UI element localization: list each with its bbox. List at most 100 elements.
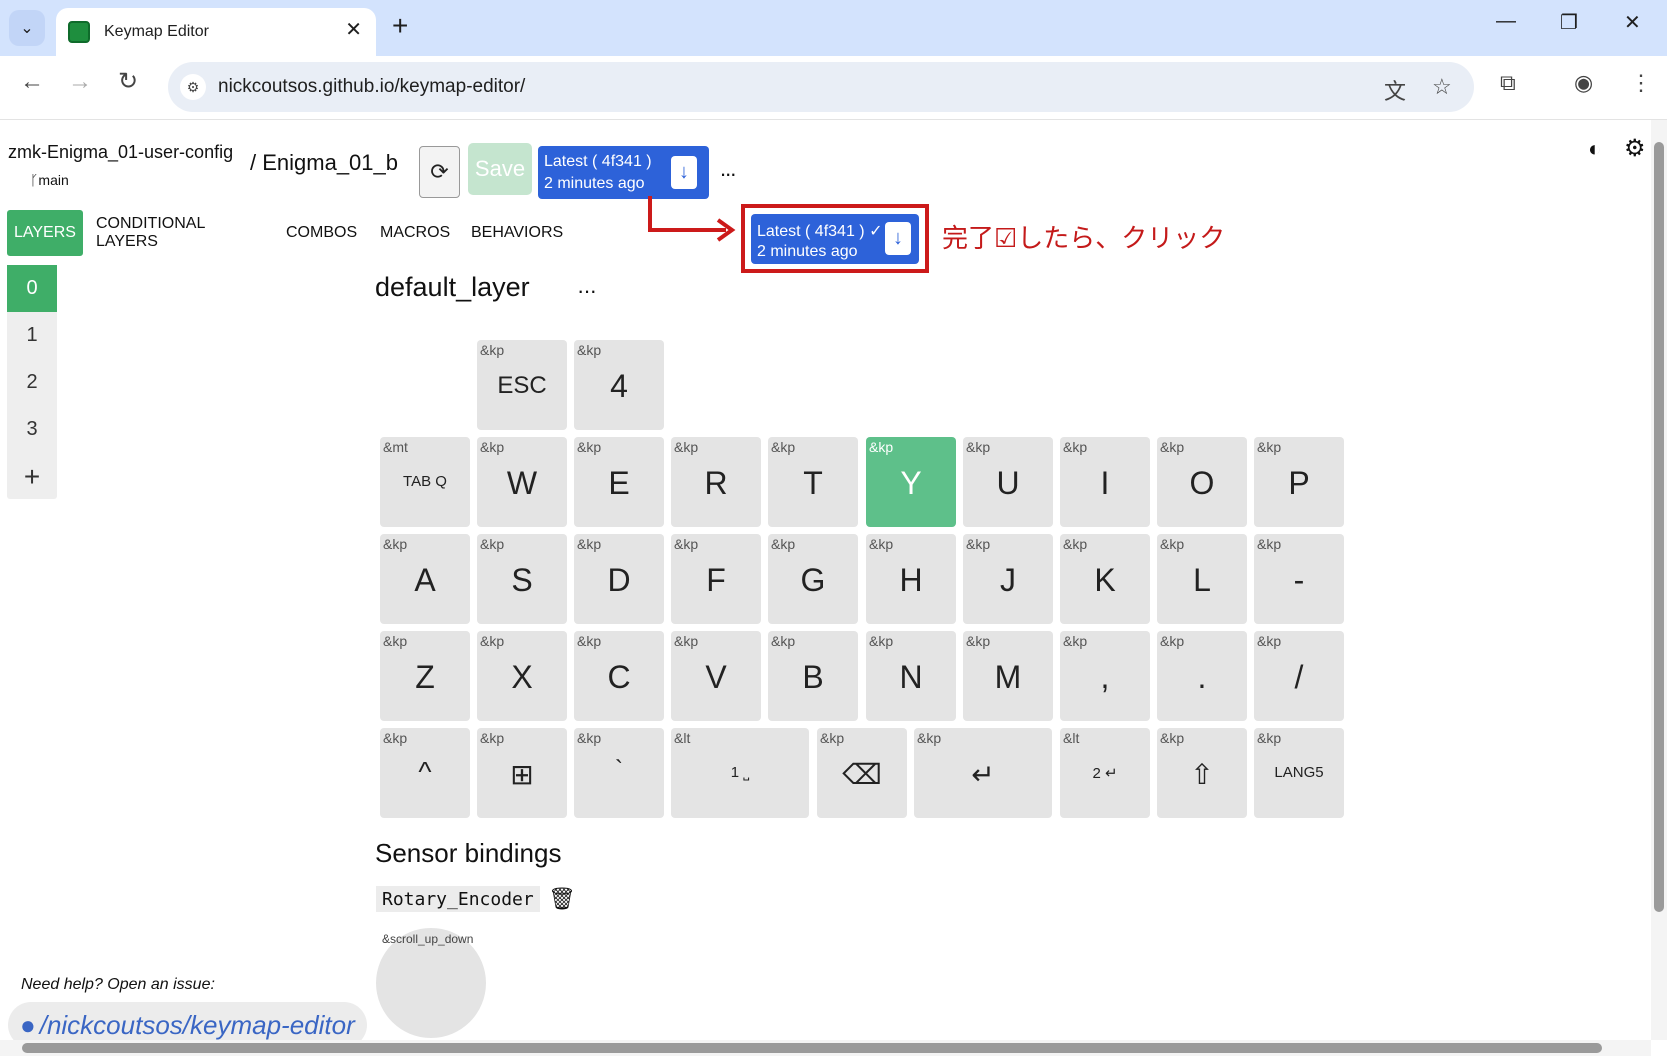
horizontal-scroll-thumb[interactable] (22, 1043, 1602, 1053)
key-selected[interactable]: &kp Y (866, 437, 956, 527)
branch-selector[interactable]: ᚴmain (30, 172, 69, 188)
key-legend: W (506, 465, 538, 501)
refresh-button[interactable]: ⟳ (419, 146, 460, 198)
profile-icon[interactable]: ◉ (1574, 70, 1593, 96)
repo-name[interactable]: zmk-Enigma_01-user-config (8, 142, 233, 163)
reload-icon[interactable]: ↻ (118, 70, 138, 94)
browser-tab[interactable]: Keymap Editor ✕ (56, 8, 376, 56)
key-legend: P (1288, 465, 1310, 501)
key[interactable]: &kp H (866, 534, 956, 624)
key[interactable]: &kp T (768, 437, 858, 527)
key[interactable]: &kp L (1157, 534, 1247, 624)
key[interactable]: &kp ⇧ (1157, 728, 1247, 818)
key-binding: &kp (1257, 536, 1282, 552)
tab-layers[interactable]: LAYERS (7, 210, 83, 256)
add-layer-button[interactable]: + (7, 453, 57, 500)
key[interactable]: &kp 4 (574, 340, 664, 430)
key[interactable]: &kp ↵ (914, 728, 1052, 818)
close-window-icon[interactable]: ✕ (1624, 10, 1641, 35)
key[interactable]: &kp E (574, 437, 664, 527)
more-options-button[interactable]: ... (720, 156, 736, 182)
minimize-icon[interactable]: — (1496, 10, 1516, 33)
key-binding: &mt (383, 439, 408, 455)
key-binding: &kp (966, 633, 991, 649)
key[interactable]: &kp A (380, 534, 470, 624)
rotary-encoder[interactable]: &scroll_up_down (376, 928, 486, 1038)
close-tab-icon[interactable]: ✕ (345, 20, 362, 40)
key[interactable]: &kp P (1254, 437, 1344, 527)
key[interactable]: &kp ` (574, 728, 664, 818)
key[interactable]: &kp X (477, 631, 567, 721)
extensions-icon[interactable]: ⧉ (1500, 70, 1516, 96)
key[interactable]: &kp, (1060, 631, 1150, 721)
layer-item-0[interactable]: 0 (7, 265, 57, 312)
key-binding: &kp (1257, 730, 1282, 746)
key-binding: &kp (1160, 439, 1185, 455)
theme-toggle-icon[interactable]: ◐ (1588, 136, 1601, 162)
layer-title[interactable]: default_layer (375, 272, 530, 303)
address-bar[interactable]: ⚙ nickcoutsos.github.io/keymap-editor/ 文… (168, 62, 1474, 112)
key-legend: A (414, 562, 436, 598)
key[interactable]: &kp M (963, 631, 1053, 721)
horizontal-scrollbar[interactable] (0, 1040, 1651, 1056)
layer-item-2[interactable]: 2 (7, 359, 57, 406)
key[interactable]: &kp U (963, 437, 1053, 527)
download-icon[interactable]: ↓ (671, 156, 697, 189)
key[interactable]: &kp I (1060, 437, 1150, 527)
back-icon[interactable]: ← (20, 70, 44, 94)
key[interactable]: &kp / (1254, 631, 1344, 721)
key[interactable]: &kp D (574, 534, 664, 624)
key[interactable]: &mt TAB Q (380, 437, 470, 527)
url-text[interactable]: nickcoutsos.github.io/keymap-editor/ (218, 76, 525, 98)
trash-icon[interactable]: 🗑 (548, 886, 576, 912)
key[interactable]: &kp R (671, 437, 761, 527)
key[interactable]: &kp ⊞ (477, 728, 567, 818)
key-binding: &kp (577, 342, 602, 358)
tab-search-icon[interactable]: ⌄ (9, 10, 45, 46)
key-binding: &kp (869, 633, 894, 649)
key[interactable]: &kp B (768, 631, 858, 721)
vertical-scroll-thumb[interactable] (1654, 142, 1664, 912)
tab-combos[interactable]: COMBOS (286, 210, 357, 256)
key[interactable]: &kp LANG5 (1254, 728, 1344, 818)
restore-icon[interactable]: ❐ (1560, 10, 1578, 35)
key[interactable]: &kp ^ (380, 728, 470, 818)
translate-icon[interactable]: 文 (1384, 74, 1406, 106)
key[interactable]: &kp C (574, 631, 664, 721)
settings-gear-icon[interactable]: ⚙ (1624, 134, 1646, 163)
key[interactable]: &kp K (1060, 534, 1150, 624)
save-button[interactable]: Save (468, 143, 532, 195)
build-status-button[interactable]: Latest ( 4f341 ) 2 minutes ago ↓ (538, 146, 709, 199)
new-tab-icon[interactable]: + (392, 12, 408, 40)
key[interactable]: &kp F (671, 534, 761, 624)
forward-icon[interactable]: → (68, 70, 92, 94)
keyboard-name[interactable]: / Enigma_01_b (250, 150, 398, 176)
site-info-icon[interactable]: ⚙ (180, 74, 206, 100)
key[interactable]: &kp O (1157, 437, 1247, 527)
key[interactable]: &kp S (477, 534, 567, 624)
key-legend: H (899, 562, 923, 598)
key-binding: &lt (674, 730, 691, 746)
vertical-scrollbar[interactable] (1651, 120, 1667, 1040)
key[interactable]: &lt 1 ⎵ (671, 728, 809, 818)
key[interactable]: &kp G (768, 534, 858, 624)
key[interactable]: &kp Z (380, 631, 470, 721)
key[interactable]: &kp N (866, 631, 956, 721)
tab-macros[interactable]: MACROS (380, 210, 450, 256)
key[interactable]: &kp ⌫ (817, 728, 907, 818)
key[interactable]: &kp - (1254, 534, 1344, 624)
bookmark-star-icon[interactable]: ☆ (1432, 74, 1452, 100)
key[interactable]: &kp. (1157, 631, 1247, 721)
key[interactable]: &kp V (671, 631, 761, 721)
key[interactable]: &kp ESC (477, 340, 567, 430)
layer-item-1[interactable]: 1 (7, 312, 57, 359)
layer-item-3[interactable]: 3 (7, 406, 57, 453)
tab-behaviors[interactable]: BEHAVIORS (471, 210, 563, 256)
key[interactable]: &kp J (963, 534, 1053, 624)
github-link[interactable]: ● /nickcoutsos/keymap-editor (8, 1002, 367, 1040)
tab-conditional-layers[interactable]: CONDITIONAL LAYERS (96, 210, 205, 256)
browser-menu-icon[interactable]: ⋮ (1630, 70, 1652, 96)
layer-options-button[interactable]: ··· (577, 278, 597, 304)
key[interactable]: &kp W (477, 437, 567, 527)
key[interactable]: &lt 2 ↵ (1060, 728, 1150, 818)
